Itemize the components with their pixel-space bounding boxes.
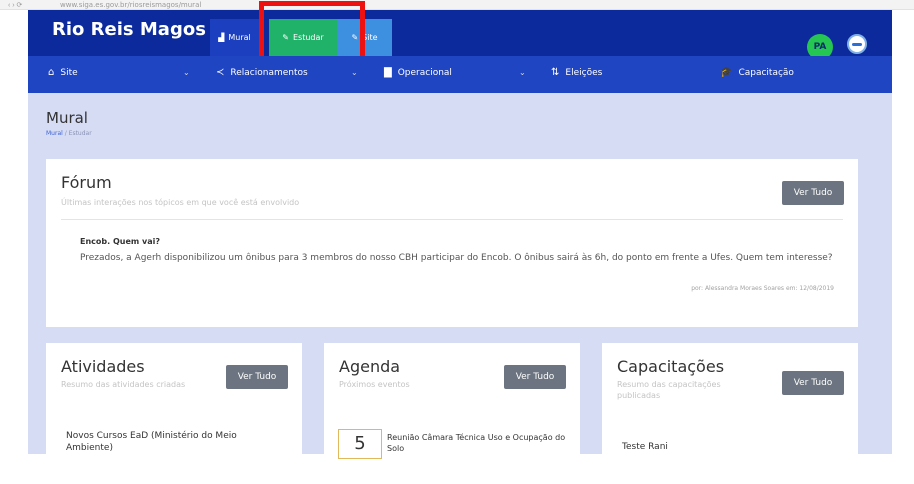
secondary-navbar: ⌂ Site ⌄ ≺ Relacionamentos ⌄ ▇ Operacion…: [28, 56, 892, 93]
forum-post-title[interactable]: Encob. Quem vai?: [80, 237, 160, 246]
chevron-down-icon[interactable]: ⌄: [183, 68, 190, 77]
forum-post-body: Prezados, a Agerh disponibilizou um ônib…: [80, 253, 833, 263]
browser-url[interactable]: www.siga.es.gov.br/riosreismagos/mural: [60, 1, 201, 9]
forum-title: Fórum: [61, 173, 112, 192]
home-icon: ⌂: [48, 67, 55, 78]
chevron-down-icon[interactable]: ⌄: [351, 68, 358, 77]
edit-icon: ✎: [282, 33, 289, 42]
agenda-date-badge: 5: [338, 429, 382, 459]
agenda-subtitle: Próximos eventos: [339, 380, 410, 389]
atividades-subtitle: Resumo das atividades criadas: [61, 380, 186, 389]
breadcrumb-estudar: Estudar: [68, 130, 92, 137]
tab-site-label: Site: [362, 33, 378, 42]
nav-item-site-label: Site: [60, 67, 78, 78]
app-window: ‹ › ⟳ www.siga.es.gov.br/riosreismagos/m…: [0, 0, 914, 484]
divider: [61, 219, 843, 220]
forum-view-all-button[interactable]: Ver Tudo: [782, 181, 844, 205]
share-icon: ≺: [216, 67, 225, 78]
nav-item-operacional-label: Operacional: [397, 67, 452, 78]
browser-address-bar[interactable]: ‹ › ⟳ www.siga.es.gov.br/riosreismagos/m…: [0, 0, 914, 10]
capacitacoes-card: Capacitações Resumo das capacitações pub…: [602, 343, 858, 454]
browser-nav-icons[interactable]: ‹ › ⟳: [8, 1, 22, 9]
agenda-title: Agenda: [339, 357, 401, 376]
capacitacoes-list-item[interactable]: Teste Rani: [622, 441, 822, 453]
main-content: Mural Mural / Estudar Fórum Últimas inte…: [28, 93, 892, 459]
brand-title[interactable]: Rio Reis Magos: [52, 19, 206, 40]
atividades-view-all-button[interactable]: Ver Tudo: [226, 365, 288, 389]
tab-estudar-label: Estudar: [293, 33, 324, 42]
agenda-view-all-button[interactable]: Ver Tudo: [504, 365, 566, 389]
atividades-card: Atividades Resumo das atividades criadas…: [46, 343, 302, 454]
nav-item-relacionamentos[interactable]: ≺ Relacionamentos: [216, 67, 308, 78]
sort-icon: ⇅: [551, 67, 560, 78]
tab-mural-label: Mural: [228, 33, 251, 42]
graduation-cap-icon: 🎓: [720, 67, 733, 78]
edit-icon: ✎: [351, 33, 359, 42]
agenda-card: Agenda Próximos eventos Ver Tudo 5 Reuni…: [324, 343, 580, 459]
tab-mural[interactable]: ▟ Mural: [210, 19, 259, 56]
bar-chart-icon: ▇: [384, 67, 392, 78]
atividades-list-item[interactable]: Novos Cursos EaD (Ministério do Meio Amb…: [66, 430, 286, 454]
dashboard-icon: ▟: [218, 33, 225, 42]
atividades-title: Atividades: [61, 357, 145, 376]
breadcrumb-mural[interactable]: Mural: [46, 130, 63, 137]
nav-item-eleicoes-label: Eleições: [565, 67, 603, 78]
breadcrumb: Mural / Estudar: [46, 130, 92, 137]
forum-post-meta: por: Alessandra Moraes Soares em: 12/08/…: [691, 285, 834, 292]
page-title: Mural: [46, 109, 88, 127]
user-menu-icon[interactable]: [847, 34, 867, 54]
tab-site[interactable]: ✎ Site: [337, 19, 392, 56]
nav-item-operacional[interactable]: ▇ Operacional: [384, 67, 452, 78]
tab-estudar[interactable]: ✎ Estudar: [269, 19, 337, 56]
nav-item-capacitacao-label: Capacitação: [738, 67, 794, 78]
nav-item-eleicoes[interactable]: ⇅ Eleições: [551, 67, 602, 78]
nav-item-site[interactable]: ⌂ Site: [48, 67, 78, 78]
agenda-list-item[interactable]: Reunião Câmara Técnica Uso e Ocupação do…: [387, 432, 567, 454]
capacitacoes-title: Capacitações: [617, 357, 725, 376]
chevron-down-icon[interactable]: ⌄: [519, 68, 526, 77]
forum-card: Fórum Últimas interações nos tópicos em …: [46, 159, 858, 327]
nav-item-relacionamentos-label: Relacionamentos: [230, 67, 308, 78]
forum-subtitle: Últimas interações nos tópicos em que vo…: [61, 198, 300, 207]
capacitacoes-subtitle: Resumo das capacitações publicadas: [617, 380, 721, 400]
capacitacoes-view-all-button[interactable]: Ver Tudo: [782, 371, 844, 395]
top-navbar: Rio Reis Magos ▟ Mural ✎ Estudar ✎ Site …: [28, 10, 892, 60]
nav-item-capacitacao[interactable]: 🎓 Capacitação: [720, 67, 794, 78]
